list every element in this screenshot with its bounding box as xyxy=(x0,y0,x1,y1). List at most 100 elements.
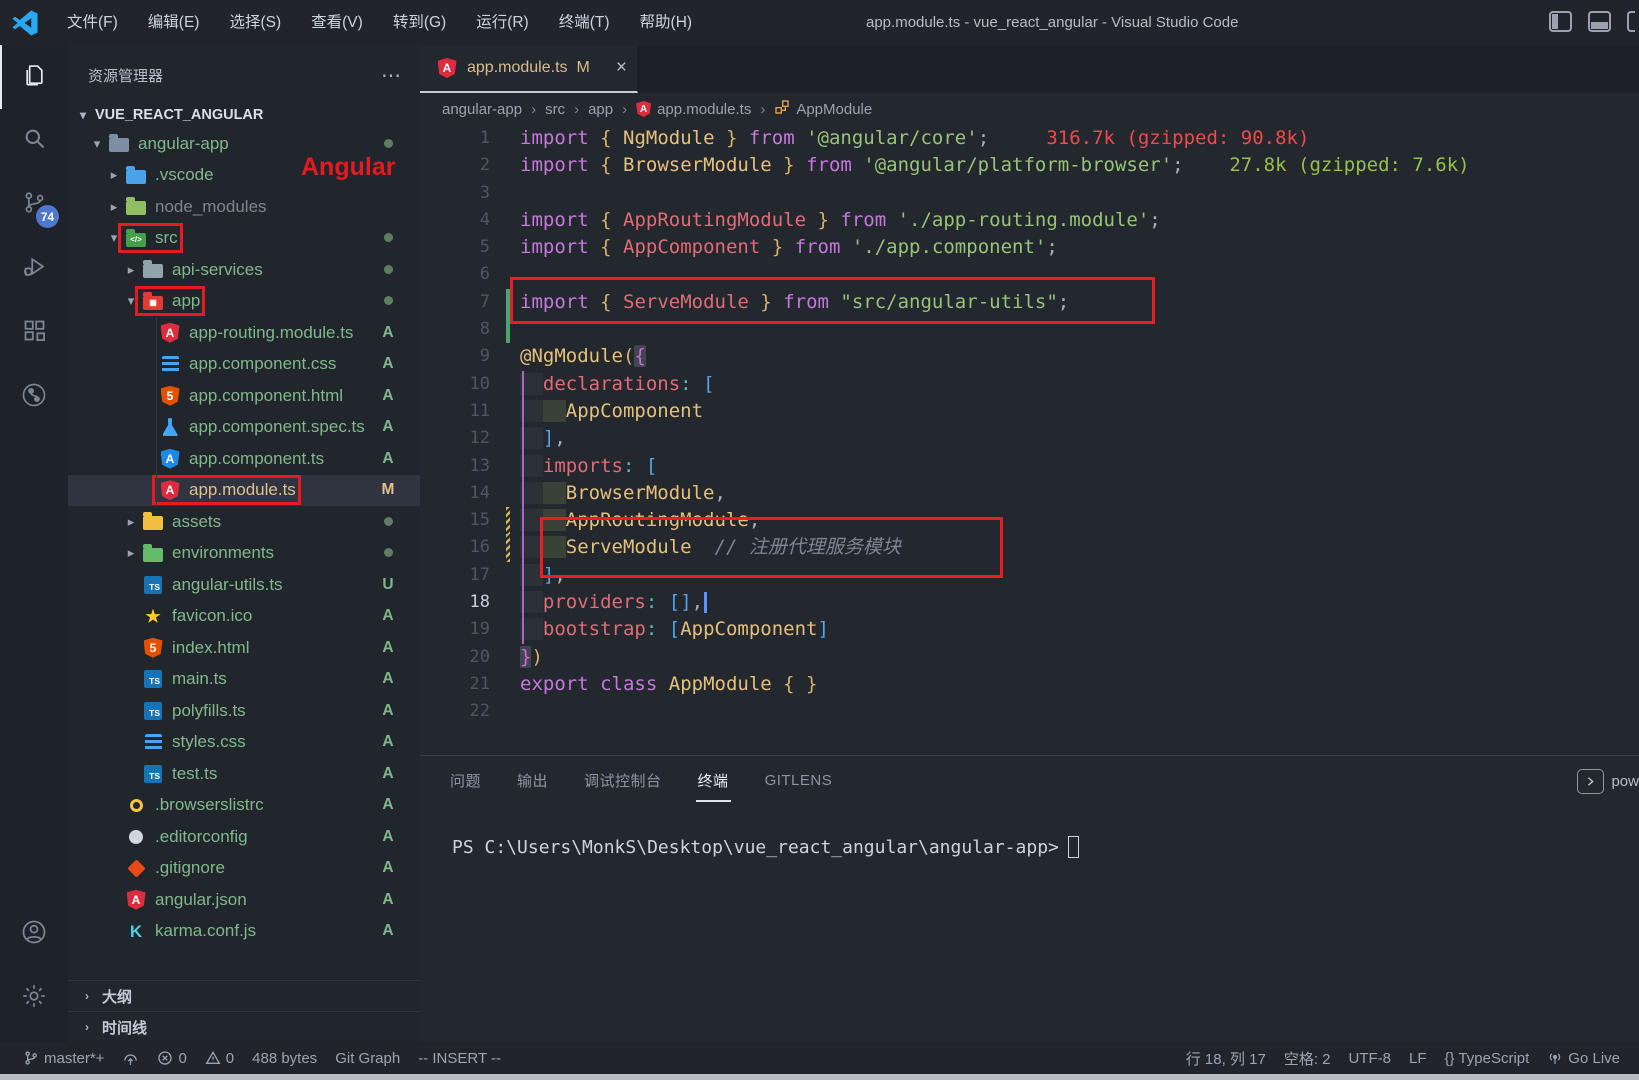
code-line-3[interactable]: 3 xyxy=(420,180,1639,207)
toggle-sidebar-icon[interactable] xyxy=(1549,11,1572,32)
activity-extensions[interactable] xyxy=(0,301,68,365)
code-line-20[interactable]: 20}) xyxy=(420,644,1639,671)
chevron-right-icon[interactable]: ▸ xyxy=(105,167,123,183)
tree-item-app-component-spec-ts[interactable]: app.component.spec.tsA xyxy=(68,412,420,444)
tree-item-src[interactable]: ▾</>src xyxy=(68,223,420,255)
tree-item-app-module-ts[interactable]: Aapp.module.tsM xyxy=(68,475,420,507)
menu-文件-f[interactable]: 文件(F) xyxy=(52,0,133,45)
activity-git-graph[interactable] xyxy=(0,365,68,429)
code-line-18[interactable]: 18 providers: [], xyxy=(420,589,1639,616)
status-insert[interactable]: -- INSERT -- xyxy=(409,1050,510,1067)
menu-编辑-e[interactable]: 编辑(E) xyxy=(133,0,215,45)
terminal-launch-icon[interactable] xyxy=(1577,769,1604,794)
chevron-right-icon[interactable]: ▸ xyxy=(122,262,140,278)
panel-tab-调试控制台[interactable]: 调试控制台 xyxy=(584,770,662,791)
status-master[interactable]: master*+ xyxy=(14,1050,113,1067)
code-editor[interactable]: 1import { NgModule } from '@angular/core… xyxy=(420,125,1639,755)
tree-item-favicon-ico[interactable]: ★favicon.icoA xyxy=(68,601,420,633)
activity-account[interactable] xyxy=(0,902,68,966)
code-line-21[interactable]: 21export class AppModule { } xyxy=(420,671,1639,698)
tree-item-api-services[interactable]: ▸api-services xyxy=(68,254,420,286)
status-行-18-列-17[interactable]: 行 18, 列 17 xyxy=(1177,1048,1275,1069)
breadcrumb-app-module-ts[interactable]: Aapp.module.ts xyxy=(636,101,751,118)
tree-item-main-ts[interactable]: TSmain.tsA xyxy=(68,664,420,696)
chevron-down-icon[interactable]: ▾ xyxy=(88,136,106,152)
tree-item-index-html[interactable]: 5index.htmlA xyxy=(68,632,420,664)
tree-item-assets[interactable]: ▸assets xyxy=(68,506,420,538)
chevron-right-icon[interactable]: ▸ xyxy=(105,199,123,215)
code-line-9[interactable]: 9@NgModule({ xyxy=(420,343,1639,370)
code-line-2[interactable]: 2import { BrowserModule } from '@angular… xyxy=(420,152,1639,179)
chevron-down-icon[interactable]: ▾ xyxy=(105,230,123,246)
menu-查看-v[interactable]: 查看(V) xyxy=(296,0,378,45)
chevron-right-icon[interactable]: ▸ xyxy=(122,545,140,561)
activity-explorer[interactable] xyxy=(0,45,68,109)
tree-item-app[interactable]: ▾▦app xyxy=(68,286,420,318)
status-git-graph[interactable]: Git Graph xyxy=(326,1050,409,1067)
status-publish[interactable] xyxy=(113,1050,148,1067)
code-line-17[interactable]: 17 ], xyxy=(420,562,1639,589)
tree-item-test-ts[interactable]: TStest.tsA xyxy=(68,758,420,790)
code-line-6[interactable]: 6 xyxy=(420,261,1639,288)
menu-帮助-h[interactable]: 帮助(H) xyxy=(625,0,708,45)
toggle-panel-icon[interactable] xyxy=(1588,11,1611,32)
activity-run-debug[interactable] xyxy=(0,237,68,301)
section-大纲[interactable]: ›大纲 xyxy=(68,980,420,1011)
code-line-4[interactable]: 4import { AppRoutingModule } from './app… xyxy=(420,207,1639,234)
breadcrumb-angular-app[interactable]: angular-app xyxy=(442,101,522,118)
panel-tab-gitlens[interactable]: GITLENS xyxy=(765,772,833,789)
code-line-12[interactable]: 12 ], xyxy=(420,425,1639,452)
code-line-5[interactable]: 5import { AppComponent } from './app.com… xyxy=(420,234,1639,261)
tree-item-karma-conf-js[interactable]: Kkarma.conf.jsA xyxy=(68,916,420,948)
more-actions-icon[interactable]: ⋯ xyxy=(381,63,402,88)
menu-选择-s[interactable]: 选择(S) xyxy=(214,0,296,45)
status-0[interactable]: 0 xyxy=(148,1050,195,1067)
tree-item-angular-utils-ts[interactable]: TSangular-utils.tsU xyxy=(68,569,420,601)
status-typescript[interactable]: {} TypeScript xyxy=(1436,1048,1539,1069)
code-line-7[interactable]: 7import { ServeModule } from "src/angula… xyxy=(420,289,1639,316)
code-line-10[interactable]: 10 declarations: [ xyxy=(420,371,1639,398)
status-488-bytes[interactable]: 488 bytes xyxy=(243,1050,326,1067)
status-lf[interactable]: LF xyxy=(1400,1048,1436,1069)
terminal-content[interactable]: PS C:\Users\MonkS\Desktop\vue_react_angu… xyxy=(420,804,1639,858)
tree-item-angular-json[interactable]: Aangular.jsonA xyxy=(68,884,420,916)
panel-tab-问题[interactable]: 问题 xyxy=(450,770,481,791)
tree-item-editorconfig[interactable]: .editorconfigA xyxy=(68,821,420,853)
breadcrumb-appmodule[interactable]: AppModule xyxy=(774,99,872,119)
tree-item-environments[interactable]: ▸environments xyxy=(68,538,420,570)
panel-tab-终端[interactable]: 终端 xyxy=(698,770,729,791)
activity-search[interactable] xyxy=(0,109,68,173)
tree-item-app-routing-module-ts[interactable]: Aapp-routing.module.tsA xyxy=(68,317,420,349)
code-line-16[interactable]: 16 ServeModule // 注册代理服务模块 xyxy=(420,534,1639,561)
status-0[interactable]: 0 xyxy=(196,1050,243,1067)
shell-label[interactable]: pow xyxy=(1611,773,1639,790)
tree-item-styles-css[interactable]: styles.cssA xyxy=(68,727,420,759)
chevron-down-icon[interactable]: ▾ xyxy=(122,293,140,309)
code-line-15[interactable]: 15 AppRoutingModule, xyxy=(420,507,1639,534)
tree-item-node-modules[interactable]: ▸node_modules xyxy=(68,191,420,223)
breadcrumb-src[interactable]: src xyxy=(545,101,565,118)
customize-layout-icon[interactable] xyxy=(1627,11,1635,32)
tree-item-gitignore[interactable]: .gitignoreA xyxy=(68,853,420,885)
breadcrumb-app[interactable]: app xyxy=(588,101,613,118)
workspace-section-header[interactable]: ▾ VUE_REACT_ANGULAR xyxy=(68,101,420,129)
chevron-right-icon[interactable]: ▸ xyxy=(122,514,140,530)
tree-item-app-component-ts[interactable]: Aapp.component.tsA xyxy=(68,443,420,475)
status-utf-8[interactable]: UTF-8 xyxy=(1340,1048,1401,1069)
close-icon[interactable]: × xyxy=(616,57,627,79)
code-line-11[interactable]: 11 AppComponent xyxy=(420,398,1639,425)
tree-item-browserslistrc[interactable]: .browserslistrcA xyxy=(68,790,420,822)
activity-source-control[interactable]: 74 xyxy=(0,173,68,237)
tab-app-module-ts[interactable]: A app.module.ts M × xyxy=(420,45,638,93)
menu-转到-g[interactable]: 转到(G) xyxy=(378,0,461,45)
status-空格-2[interactable]: 空格: 2 xyxy=(1275,1048,1340,1069)
code-line-8[interactable]: 8 xyxy=(420,316,1639,343)
code-line-13[interactable]: 13 imports: [ xyxy=(420,453,1639,480)
code-line-1[interactable]: 1import { NgModule } from '@angular/core… xyxy=(420,125,1639,152)
tree-item-app-component-html[interactable]: 5app.component.htmlA xyxy=(68,380,420,412)
section-时间线[interactable]: ›时间线 xyxy=(68,1011,420,1042)
status-go-live[interactable]: Go Live xyxy=(1538,1048,1629,1069)
menu-终端-t[interactable]: 终端(T) xyxy=(544,0,625,45)
tree-item-polyfills-ts[interactable]: TSpolyfills.tsA xyxy=(68,695,420,727)
code-line-22[interactable]: 22 xyxy=(420,698,1639,725)
